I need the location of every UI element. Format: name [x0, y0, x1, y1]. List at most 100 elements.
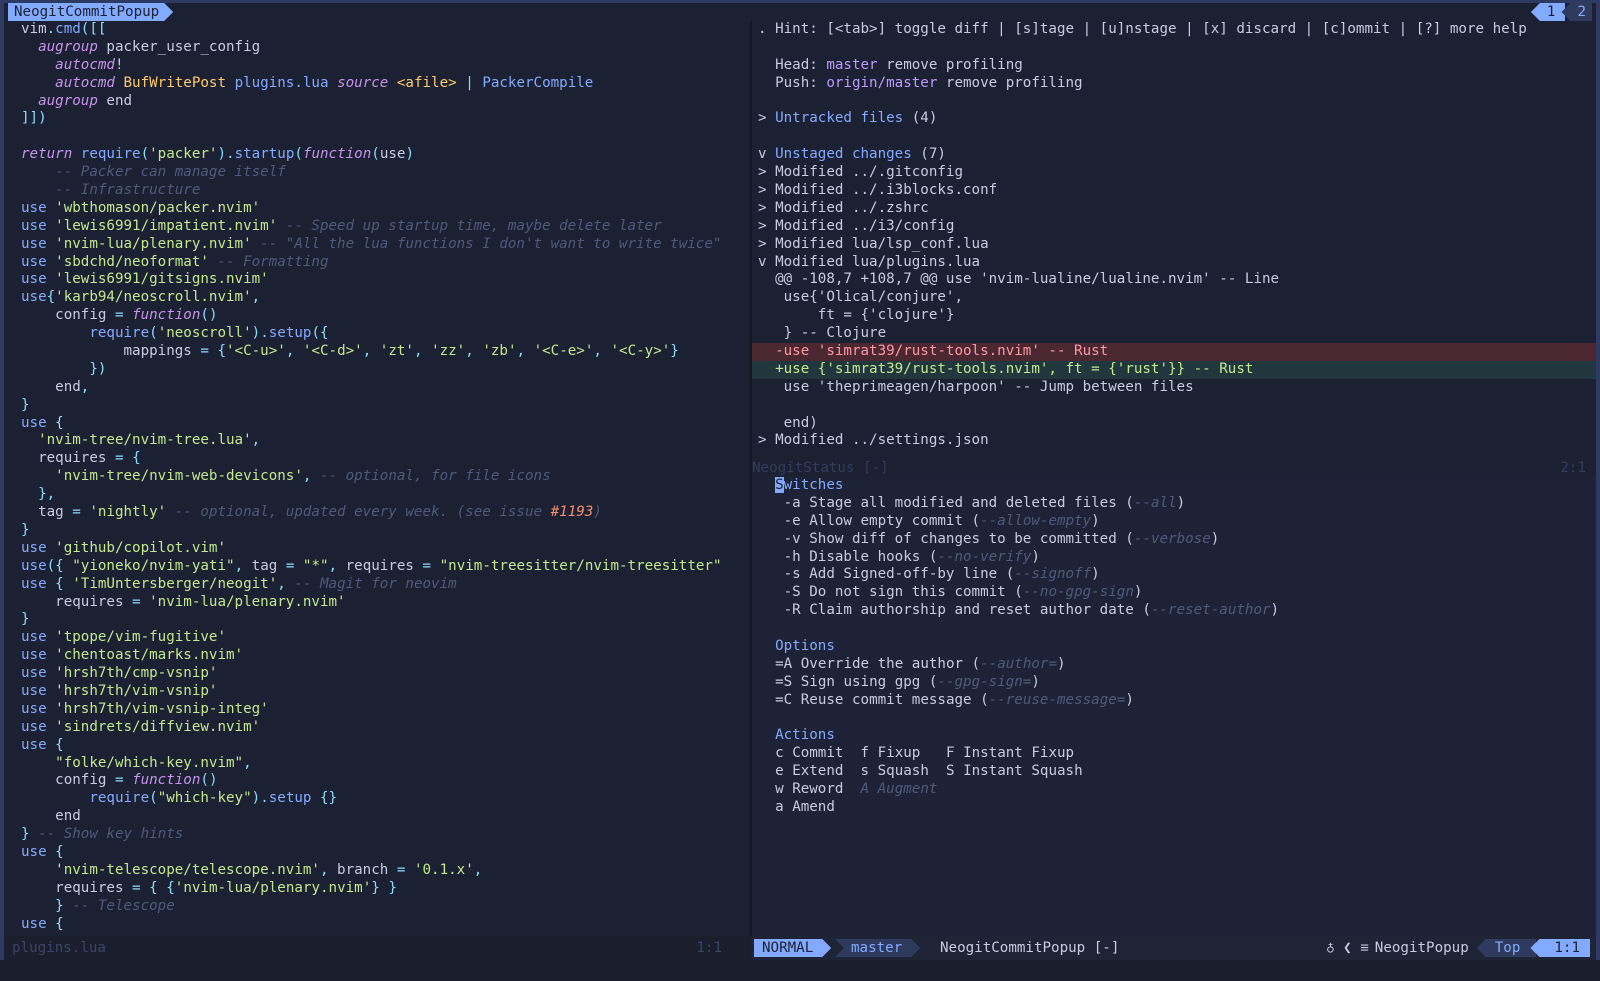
status-line[interactable]: end): [752, 415, 1596, 433]
code-line[interactable]: }: [4, 611, 750, 629]
code-line[interactable]: config = function(): [4, 307, 750, 325]
code-line[interactable]: augroup end: [4, 93, 750, 111]
code-line[interactable]: config = function(): [4, 772, 750, 790]
code-line[interactable]: requires = 'nvim-lua/plenary.nvim': [4, 594, 750, 612]
code-line[interactable]: use 'sindrets/diffview.nvim': [4, 719, 750, 737]
status-line[interactable]: > Modified ../i3/config: [752, 218, 1596, 236]
action-squash[interactable]: s Squash: [861, 763, 929, 779]
code-line[interactable]: vim.cmd([[: [4, 21, 750, 39]
status-line[interactable]: ft = {'clojure'}: [752, 307, 1596, 325]
diff-deleted-line[interactable]: -use 'simrat39/rust-tools.nvim' -- Rust: [752, 343, 1596, 361]
status-line[interactable]: v Unstaged changes (7): [752, 146, 1596, 164]
code-line[interactable]: augroup packer_user_config: [4, 39, 750, 57]
code-line[interactable]: 'nvim-tree/nvim-tree.lua',: [4, 432, 750, 450]
status-line[interactable]: [752, 397, 1596, 415]
tab-number-1[interactable]: 1: [1530, 3, 1566, 21]
code-line[interactable]: use {: [4, 844, 750, 862]
code-line[interactable]: end: [4, 808, 750, 826]
code-line[interactable]: }: [4, 397, 750, 415]
status-line[interactable]: > Modified ../.i3blocks.conf: [752, 182, 1596, 200]
code-line[interactable]: -- Packer can manage itself: [4, 164, 750, 182]
code-line[interactable]: } -- Show key hints: [4, 826, 750, 844]
switch-a-item[interactable]: -a Stage all modified and deleted files …: [752, 495, 1596, 513]
code-line[interactable]: use{'karb94/neoscroll.nvim',: [4, 289, 750, 307]
code-line[interactable]: require('neoscroll').setup({: [4, 325, 750, 343]
code-line[interactable]: [4, 128, 750, 146]
status-line[interactable]: [752, 39, 1596, 57]
status-line[interactable]: v Modified lua/plugins.lua: [752, 254, 1596, 272]
code-line[interactable]: require("which-key").setup {}: [4, 790, 750, 808]
code-line[interactable]: return require('packer').startup(functio…: [4, 146, 750, 164]
action-amend[interactable]: a Amend: [775, 799, 835, 815]
code-line[interactable]: use 'hrsh7th/vim-vsnip-integ': [4, 701, 750, 719]
action-reword[interactable]: w Reword: [775, 781, 843, 797]
status-line[interactable]: > Untracked files (4): [752, 110, 1596, 128]
status-line[interactable]: @@ -108,7 +108,7 @@ use 'nvim-lualine/lu…: [752, 271, 1596, 289]
code-line[interactable]: use 'lewis6991/impatient.nvim' -- Speed …: [4, 218, 750, 236]
tab-number-2[interactable]: 2: [1561, 3, 1592, 21]
actions-row[interactable]: a Amend: [752, 799, 1596, 817]
code-line[interactable]: use 'chentoast/marks.nvim': [4, 647, 750, 665]
code-line[interactable]: },: [4, 486, 750, 504]
code-line[interactable]: use 'lewis6991/gitsigns.nvim': [4, 271, 750, 289]
code-line[interactable]: use 'wbthomason/packer.nvim': [4, 200, 750, 218]
code-buffer[interactable]: vim.cmd([[ augroup packer_user_config au…: [4, 21, 750, 933]
status-line[interactable]: use 'theprimeagen/harpoon' -- Jump betwe…: [752, 379, 1596, 397]
code-line[interactable]: use {: [4, 737, 750, 755]
actions-row[interactable]: e Extend s Squash S Instant Squash: [752, 763, 1596, 781]
commit-popup[interactable]: Switches -a Stage all modified and delet…: [752, 477, 1596, 936]
status-line[interactable]: > Modified lua/lsp_conf.lua: [752, 236, 1596, 254]
code-line[interactable]: 'nvim-telescope/telescope.nvim', branch …: [4, 862, 750, 880]
status-line[interactable]: [752, 128, 1596, 146]
code-line[interactable]: use 'sbdchd/neoformat' -- Formatting: [4, 254, 750, 272]
tab-active[interactable]: NeogitCommitPopup: [8, 3, 173, 21]
action-instant-fixup[interactable]: F Instant Fixup: [946, 745, 1074, 761]
action-fixup[interactable]: f Fixup: [861, 745, 921, 761]
status-line[interactable]: Head: master remove profiling: [752, 57, 1596, 75]
code-line[interactable]: requires = {: [4, 450, 750, 468]
code-line[interactable]: use 'tpope/vim-fugitive': [4, 629, 750, 647]
switch-e-item[interactable]: -e Allow empty commit (--allow-empty): [752, 513, 1596, 531]
actions-row[interactable]: w Reword A Augment: [752, 781, 1596, 799]
code-line[interactable]: use {: [4, 415, 750, 433]
code-line[interactable]: use 'github/copilot.vim': [4, 540, 750, 558]
status-line[interactable]: } -- Clojure: [752, 325, 1596, 343]
code-line[interactable]: tag = 'nightly' -- optional, updated eve…: [4, 504, 750, 522]
action-commit[interactable]: c Commit: [775, 745, 843, 761]
option-item[interactable]: =A Override the author (--author=): [752, 656, 1596, 674]
code-line[interactable]: -- Infrastructure: [4, 182, 750, 200]
code-line[interactable]: use 'hrsh7th/cmp-vsnip': [4, 665, 750, 683]
code-line[interactable]: autocmd!: [4, 57, 750, 75]
status-line[interactable]: > Modified ../.gitconfig: [752, 164, 1596, 182]
switch-s-item[interactable]: -s Add Signed-off-by line (--signoff): [752, 566, 1596, 584]
code-line[interactable]: use({ "yioneko/nvim-yati", tag = "*", re…: [4, 558, 750, 576]
code-line[interactable]: }): [4, 361, 750, 379]
code-line[interactable]: ]]): [4, 110, 750, 128]
command-line[interactable]: [0, 960, 1600, 981]
action-extend[interactable]: e Extend: [775, 763, 843, 779]
editor-pane-plugins-lua[interactable]: vim.cmd([[ augroup packer_user_config au…: [4, 21, 750, 936]
actions-row[interactable]: c Commit f Fixup F Instant Fixup: [752, 745, 1596, 763]
code-line[interactable]: end,: [4, 379, 750, 397]
status-line[interactable]: > Modified ../.zshrc: [752, 200, 1596, 218]
code-line[interactable]: 'nvim-tree/nvim-web-devicons', -- option…: [4, 468, 750, 486]
code-line[interactable]: } -- Telescope: [4, 898, 750, 916]
action-instant-squash[interactable]: S Instant Squash: [946, 763, 1083, 779]
code-line[interactable]: use { 'TimUntersberger/neogit', -- Magit…: [4, 576, 750, 594]
switch-v-item[interactable]: -v Show diff of changes to be committed …: [752, 531, 1596, 549]
code-line[interactable]: }: [4, 522, 750, 540]
code-line[interactable]: mappings = {'<C-u>', '<C-d>', 'zt', 'zz'…: [4, 343, 750, 361]
code-line[interactable]: use 'hrsh7th/vim-vsnip': [4, 683, 750, 701]
code-line[interactable]: "folke/which-key.nvim",: [4, 755, 750, 773]
status-line[interactable]: [752, 93, 1596, 111]
status-line[interactable]: > Modified ../settings.json: [752, 432, 1596, 450]
switch-S-item[interactable]: -S Do not sign this commit (--no-gpg-sig…: [752, 584, 1596, 602]
switch-h-item[interactable]: -h Disable hooks (--no-verify): [752, 549, 1596, 567]
option-item[interactable]: =C Reuse commit message (--reuse-message…: [752, 692, 1596, 710]
code-line[interactable]: requires = { {'nvim-lua/plenary.nvim'} }: [4, 880, 750, 898]
neogit-pane[interactable]: . Hint: [<tab>] toggle diff | [s]tage | …: [752, 21, 1596, 936]
switch-R-item[interactable]: -R Claim authorship and reset author dat…: [752, 602, 1596, 620]
code-line[interactable]: autocmd BufWritePost plugins.lua source …: [4, 75, 750, 93]
code-line[interactable]: use 'nvim-lua/plenary.nvim' -- "All the …: [4, 236, 750, 254]
option-item[interactable]: =S Sign using gpg (--gpg-sign=): [752, 674, 1596, 692]
